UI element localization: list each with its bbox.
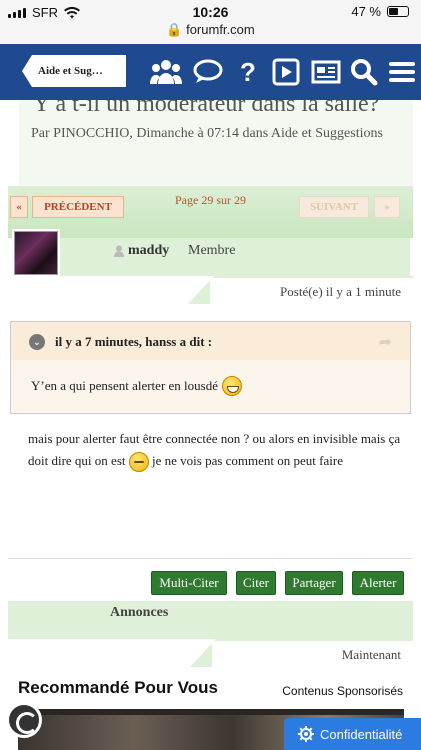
- post-body-part2: je ne vois pas comment on peut faire: [152, 453, 343, 468]
- next-page-button: SUIVANT: [299, 196, 369, 218]
- announcements-bar: [8, 601, 413, 639]
- recommended-title: Recommandé Pour Vous: [18, 678, 218, 697]
- url-text: forumfr.com: [186, 22, 255, 37]
- grin-smiley-icon: [221, 376, 242, 396]
- search-icon[interactable]: [348, 56, 380, 88]
- byline-prefix: Par: [31, 126, 50, 141]
- privacy-button[interactable]: Confidentialité: [284, 718, 421, 750]
- post-body: mais pour alerter faut être connectée no…: [28, 428, 408, 473]
- quote-text-content: Y’en a qui pensent alerter en lousdé: [31, 378, 218, 393]
- menu-icon[interactable]: [386, 56, 418, 88]
- chevron-down-icon[interactable]: ⌄: [29, 334, 45, 350]
- users-icon[interactable]: [150, 56, 182, 88]
- gear-icon: [298, 726, 314, 742]
- share-button[interactable]: Partager: [285, 571, 343, 595]
- quote-button[interactable]: Citer: [236, 571, 276, 595]
- report-button[interactable]: Alerter: [352, 571, 404, 595]
- neutral-smiley-icon: [128, 452, 149, 473]
- reload-icon[interactable]: [6, 702, 42, 738]
- topic-title: Y a t-il un modérateur dans la salle?: [33, 100, 380, 117]
- back-breadcrumb-button[interactable]: Aide et Sug…: [22, 55, 126, 87]
- chat-icon[interactable]: [192, 56, 224, 88]
- last-page-button: »: [374, 196, 400, 218]
- quote-text: Y’en a qui pensent alerter en lousdé: [31, 376, 242, 396]
- topic-byline: Par PINOCCHIO, Dimanche à 07:14 dans Aid…: [31, 122, 411, 146]
- share-arrow-icon[interactable]: ➦: [379, 332, 392, 352]
- post-timestamp[interactable]: Posté(e) il y a 1 minute: [280, 284, 401, 300]
- help-icon[interactable]: ?: [232, 56, 264, 88]
- topic-date: Dimanche à 07:14 dans Aide et Suggestion…: [136, 126, 383, 141]
- topic-author-link[interactable]: PINOCCHIO,: [53, 126, 133, 141]
- status-bar: SFR 10:26 47 % 🔒 forumfr.com: [0, 0, 421, 44]
- quote-author: il y a 7 minutes, hanss a dit :: [55, 334, 213, 349]
- username-text: maddy: [128, 243, 170, 258]
- battery-icon: [387, 6, 409, 17]
- multi-quote-button[interactable]: Multi-Citer: [151, 571, 227, 595]
- lock-icon: 🔒: [166, 22, 183, 37]
- user-icon: [114, 245, 124, 257]
- sponsored-label[interactable]: Contenus Sponsorisés: [282, 684, 403, 698]
- battery-status: 47 %: [351, 4, 409, 19]
- quote-block: ⌄ il y a 7 minutes, hanss a dit : ➦ Y’en…: [10, 321, 411, 414]
- privacy-label: Confidentialité: [320, 726, 403, 742]
- post-username[interactable]: maddy: [114, 243, 169, 259]
- news-icon[interactable]: [310, 56, 342, 88]
- site-header: Aide et Sug… ?: [0, 44, 421, 100]
- address-bar[interactable]: 🔒 forumfr.com: [0, 22, 421, 38]
- topic-header: Y a t-il un modérateur dans la salle? Pa…: [19, 100, 413, 186]
- actions-divider: [8, 558, 413, 559]
- pagination-bar: « PRÉCÉDENT Page 29 sur 29 SUIVANT »: [8, 186, 413, 238]
- battery-percent: 47 %: [351, 4, 381, 19]
- announcements-title: Annonces: [110, 605, 169, 620]
- video-icon[interactable]: [270, 56, 302, 88]
- avatar[interactable]: [14, 231, 58, 275]
- quote-header: ⌄ il y a 7 minutes, hanss a dit : ➦: [11, 322, 410, 360]
- user-role: Membre: [188, 243, 236, 258]
- announcements-time: Maintenant: [341, 647, 401, 662]
